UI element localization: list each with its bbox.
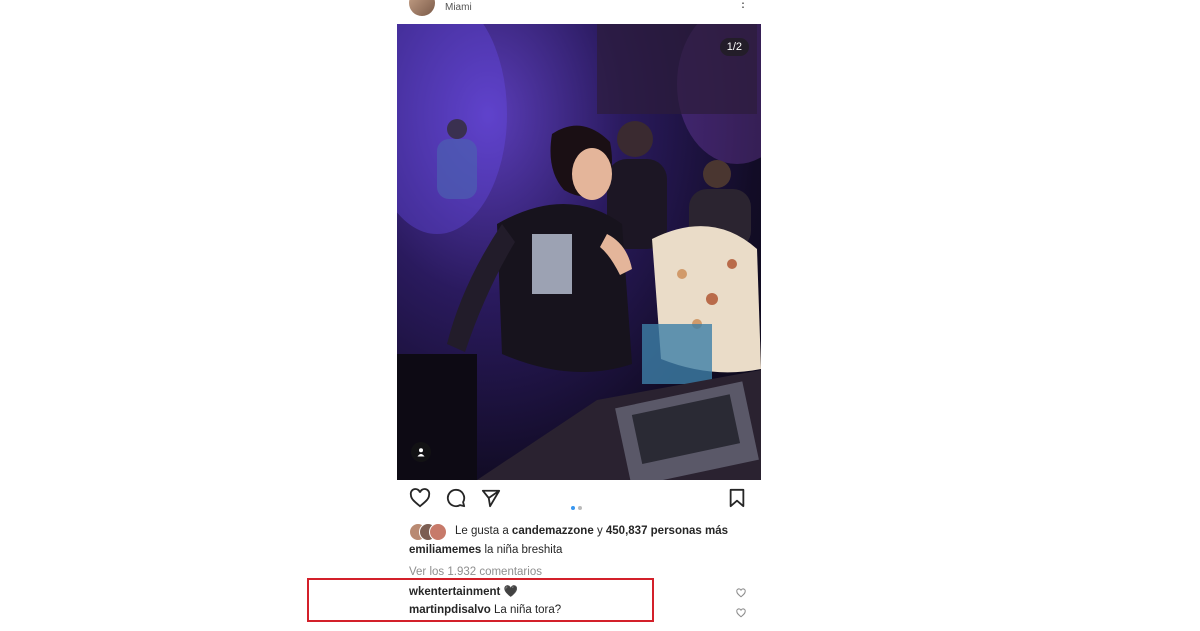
photo-illustration — [397, 24, 761, 480]
likes-prefix: Le gusta a — [455, 525, 509, 537]
heart-icon[interactable] — [409, 488, 431, 513]
likes-joiner: y — [596, 525, 603, 537]
caption-username[interactable]: emiliamemes — [409, 544, 481, 556]
caption: emiliamemes la niña breshita — [409, 544, 562, 556]
carousel-indicator — [571, 497, 585, 515]
view-comments-link[interactable]: Ver los 1.932 comentarios — [409, 566, 542, 578]
comment-like-icon[interactable] — [736, 605, 746, 623]
post-location[interactable]: Miami — [445, 2, 472, 13]
bookmark-icon[interactable] — [728, 488, 746, 513]
caption-text: la niña breshita — [484, 544, 563, 556]
likes-count[interactable]: 450,837 personas más — [606, 525, 728, 537]
action-bar — [397, 486, 761, 514]
avatar — [429, 523, 447, 541]
share-icon[interactable] — [481, 488, 501, 513]
highlight-box — [307, 578, 654, 622]
comment-like-icon[interactable] — [736, 585, 746, 603]
likes-summary: Le gusta a candemazzone y 450,837 person… — [409, 523, 728, 541]
liker-avatars — [409, 523, 449, 541]
post-header: Miami ⋮ — [397, 0, 761, 22]
liker-username[interactable]: candemazzone — [512, 525, 594, 537]
carousel-dot-active — [571, 506, 575, 510]
instagram-post: Miami ⋮ 1/2 Le gusta a candemazzone y 45… — [397, 0, 761, 631]
image-counter: 1/2 — [719, 38, 749, 56]
tag-person-icon[interactable] — [411, 442, 431, 462]
avatar[interactable] — [409, 0, 435, 16]
post-photo[interactable]: 1/2 — [397, 24, 761, 480]
comment-icon[interactable] — [445, 488, 467, 513]
more-icon[interactable]: ⋮ — [737, 0, 749, 9]
carousel-dot — [578, 506, 582, 510]
